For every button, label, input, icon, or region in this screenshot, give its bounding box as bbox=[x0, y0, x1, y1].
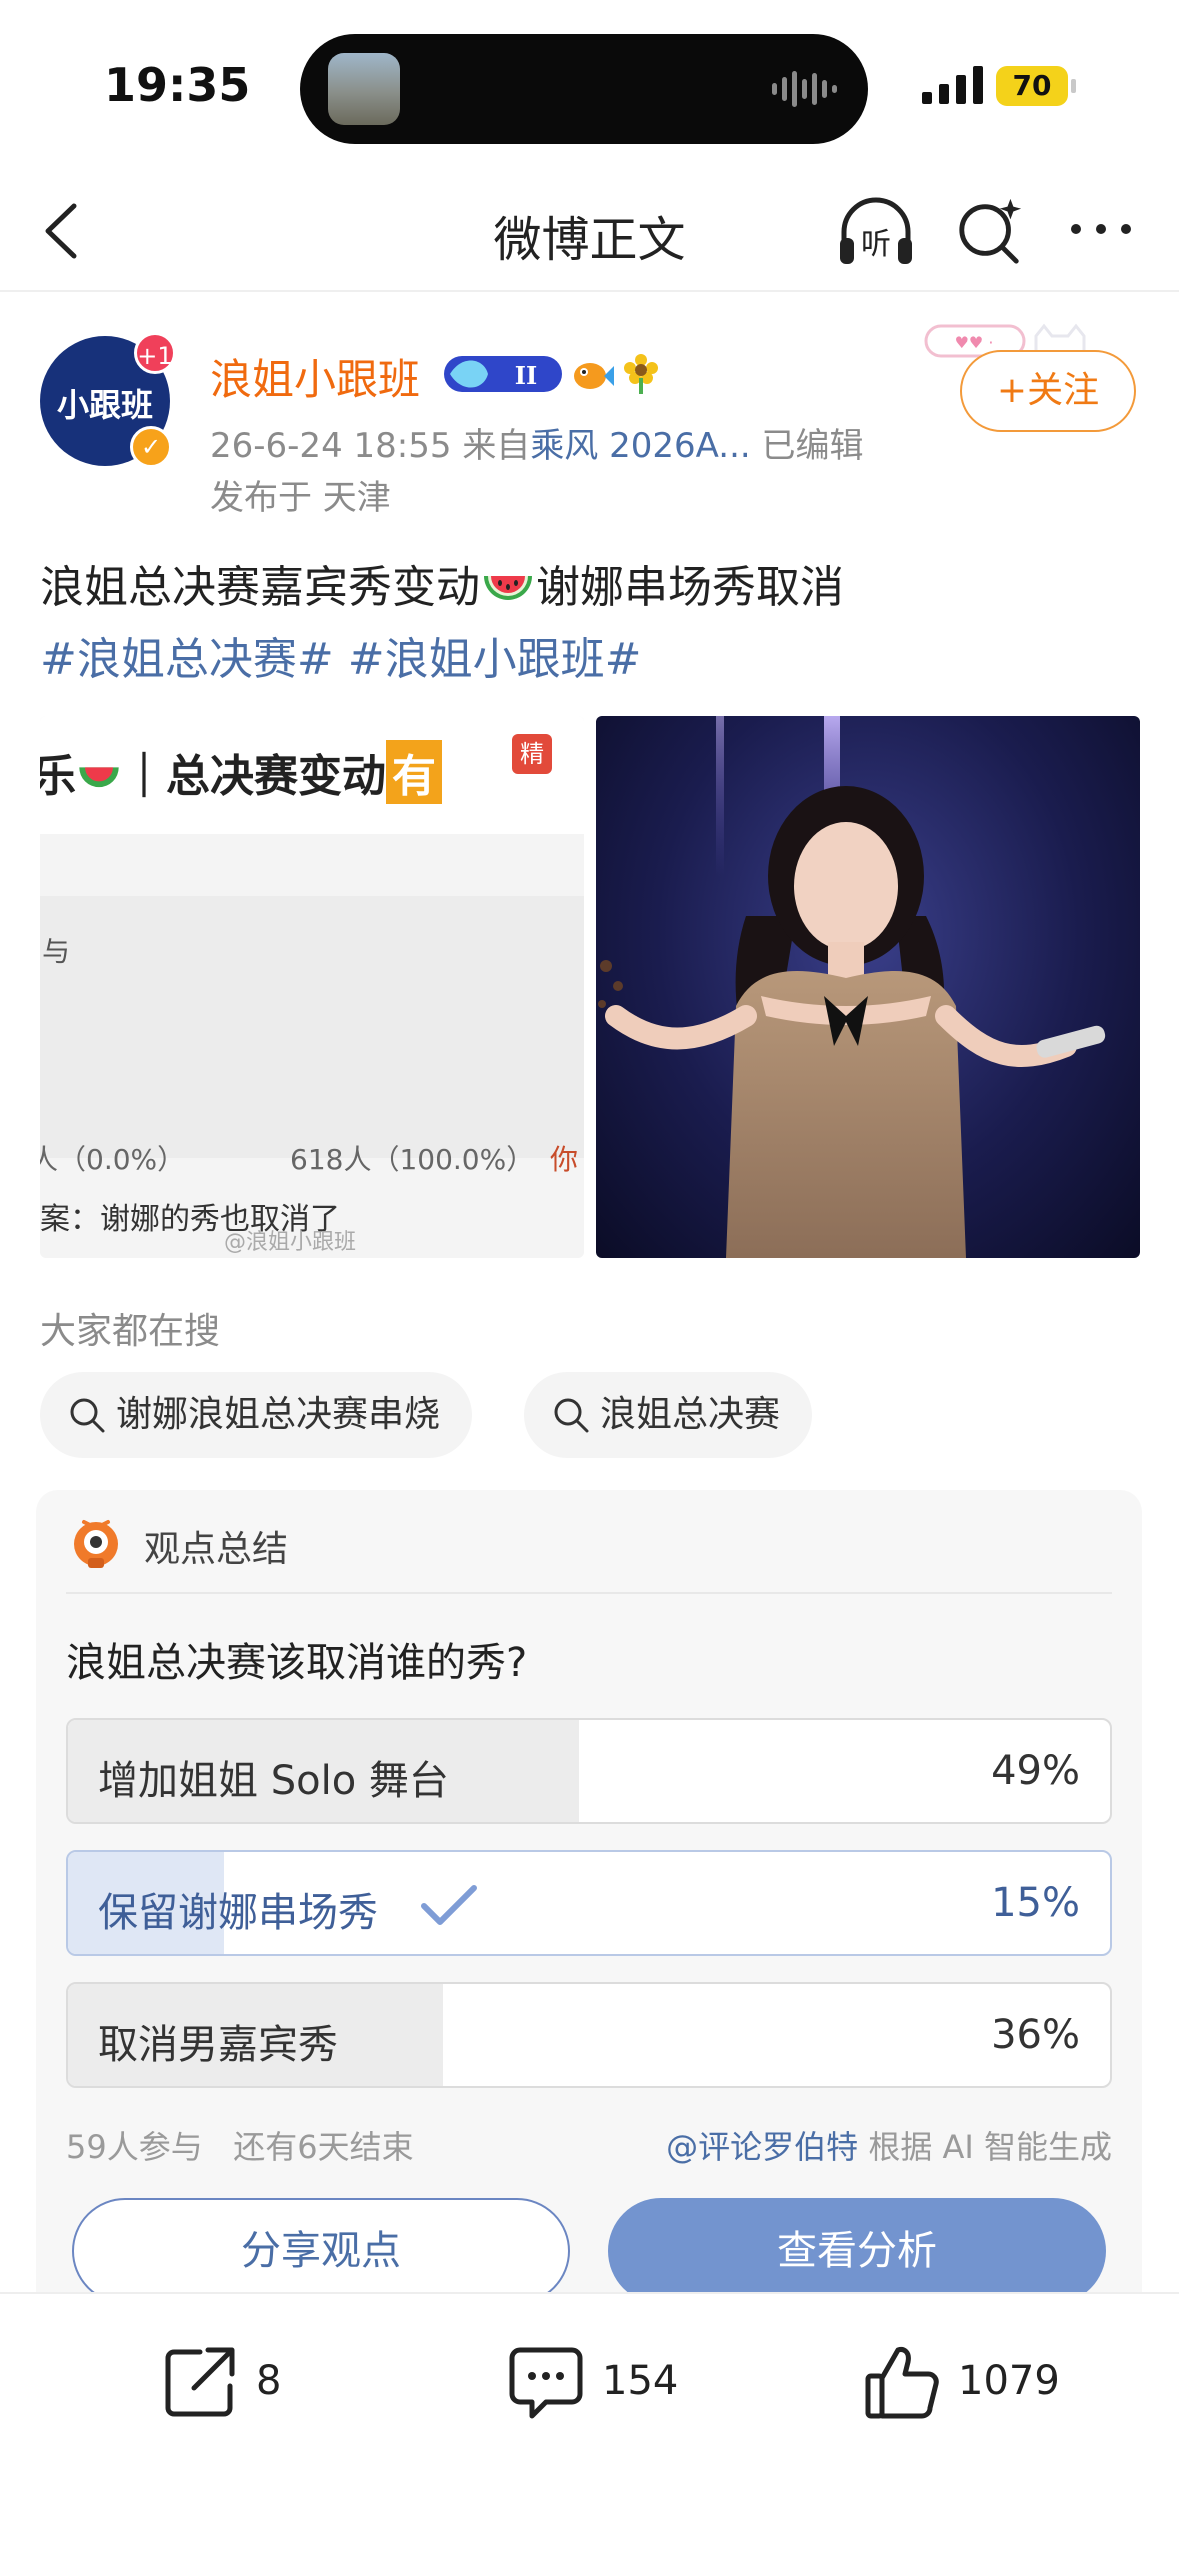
performer-illustration bbox=[598, 716, 1106, 1258]
hot-search-chip-label: 谢娜浪姐总决赛串烧 bbox=[116, 1394, 441, 1435]
avatar-notification-badge: +1 bbox=[134, 332, 176, 374]
search-icon[interactable] bbox=[954, 194, 1026, 268]
hot-search-title: 大家都在搜 bbox=[40, 1311, 221, 1352]
image-header-main: ｜总决赛变动 bbox=[122, 751, 386, 802]
post-content: 浪姐总决赛嘉宾秀变动 谢娜串场秀取消 #浪姐总决赛# #浪姐小跟班# bbox=[40, 552, 1140, 696]
bottom-action-bar: 8 154 1079 bbox=[0, 2292, 1179, 2556]
audio-wave-icon bbox=[772, 71, 837, 107]
svg-text:♥♥ ·: ♥♥ · bbox=[955, 333, 994, 352]
comment-count: 154 bbox=[602, 2358, 679, 2404]
edited-label: 已编辑 bbox=[761, 426, 864, 466]
hashtag-link[interactable]: #浪姐小跟班# bbox=[348, 634, 642, 685]
image-shaded-panel bbox=[40, 896, 584, 1158]
poll-participants: 59人参与 bbox=[66, 2128, 203, 2166]
now-playing-thumbnail bbox=[328, 53, 400, 125]
hot-search-chip[interactable]: 浪姐总决赛 bbox=[524, 1372, 813, 1458]
like-count: 1079 bbox=[958, 2358, 1060, 2404]
listen-headphones-icon[interactable]: 听 bbox=[836, 194, 916, 270]
status-bar: 19:35 70 bbox=[0, 0, 1179, 170]
robot-mascot-icon bbox=[74, 1520, 118, 1568]
share-opinion-button[interactable]: 分享观点 bbox=[72, 2198, 570, 2304]
poll-question: 浪姐总决赛该取消谁的秀? bbox=[66, 1640, 528, 1686]
poll-option-label: 取消男嘉宾秀 bbox=[98, 2022, 338, 2068]
poll-option-label: 增加姐姐 Solo 舞台 bbox=[98, 1758, 449, 1804]
search-icon bbox=[70, 1398, 105, 1433]
poll-remaining: 还有6天结束 bbox=[233, 2128, 414, 2166]
avatar-text: 小跟班 bbox=[56, 386, 153, 424]
sunflower-badge-icon bbox=[624, 354, 658, 394]
status-time: 19:35 bbox=[104, 58, 251, 112]
card-divider bbox=[66, 1592, 1112, 1594]
thumbs-up-icon bbox=[865, 2347, 939, 2419]
poll-option-percent: 49% bbox=[991, 1748, 1080, 1794]
follow-button[interactable]: +关注 bbox=[960, 350, 1136, 432]
svg-text:听: 听 bbox=[861, 227, 891, 262]
watermelon-emoji-icon bbox=[79, 767, 119, 788]
featured-badge: 精 bbox=[512, 734, 552, 774]
hashtag-link[interactable]: #浪姐总决赛# bbox=[40, 634, 334, 685]
post-location: 发布于 天津 bbox=[210, 478, 391, 518]
image-result-right: 你 bbox=[550, 1143, 579, 1176]
author-name[interactable]: 浪姐小跟班 bbox=[210, 346, 420, 407]
post-timestamp: 26-6-24 18:55 bbox=[210, 426, 452, 466]
more-options-icon[interactable] bbox=[1066, 214, 1136, 244]
post-image-vote-screenshot[interactable]: 乐 ｜总决赛变动有 精 与 人（0.0%） 618人（100.0%） 你 案：谢… bbox=[40, 716, 584, 1258]
poll-credit: @评论罗伯特 根据 AI 智能生成 bbox=[666, 2122, 1112, 2168]
fish-badge-icon bbox=[574, 363, 614, 389]
nav-bar: 微博正文 听 bbox=[0, 170, 1179, 292]
hot-search-chip[interactable]: 谢娜浪姐总决赛串烧 bbox=[40, 1372, 473, 1458]
comment-bubble-icon bbox=[509, 2347, 583, 2419]
watermelon-emoji-icon bbox=[484, 576, 532, 600]
hot-search-chip-label: 浪姐总决赛 bbox=[600, 1394, 781, 1435]
poll-status: 59人参与 还有6天结束 bbox=[66, 2122, 414, 2168]
poll-option-selected[interactable]: 保留谢娜串场秀 15% bbox=[66, 1850, 1112, 1956]
battery-level: 70 bbox=[1012, 69, 1052, 102]
image-header-badge: 有 bbox=[386, 740, 442, 804]
poll-credit-text: 根据 AI 智能生成 bbox=[868, 2128, 1112, 2166]
opinion-summary-label: 观点总结 bbox=[144, 1529, 289, 1570]
image-result-mid: 618人（100.0%） bbox=[290, 1143, 535, 1176]
image-header-text: 乐 ｜总决赛变动有 bbox=[40, 740, 442, 804]
image-result-left: 人（0.0%） bbox=[40, 1143, 186, 1176]
poll-option-percent: 15% bbox=[991, 1880, 1080, 1926]
poll-option-percent: 36% bbox=[991, 2012, 1080, 2058]
post-image-performer-photo[interactable] bbox=[596, 716, 1140, 1258]
view-analysis-button[interactable]: 查看分析 bbox=[608, 2198, 1106, 2304]
poll-option[interactable]: 取消男嘉宾秀 36% bbox=[66, 1982, 1112, 2088]
poll-credit-mention[interactable]: @评论罗伯特 bbox=[666, 2128, 858, 2166]
cellular-signal-icon bbox=[922, 66, 983, 104]
repost-count: 8 bbox=[256, 2358, 282, 2404]
post-text-before-emoji: 浪姐总决赛嘉宾秀变动 bbox=[40, 562, 480, 613]
verified-badge-icon: ✓ bbox=[130, 426, 172, 468]
image-watermark: @浪姐小跟班 bbox=[224, 1230, 357, 1255]
image-text-yu: 与 bbox=[42, 935, 71, 968]
poll-option[interactable]: 增加姐姐 Solo 舞台 49% bbox=[66, 1718, 1112, 1824]
search-icon bbox=[554, 1398, 589, 1433]
share-arrow-icon bbox=[165, 2347, 235, 2417]
post-text-after-emoji: 谢娜串场秀取消 bbox=[536, 562, 844, 613]
battery-indicator: 70 bbox=[996, 66, 1076, 106]
dynamic-island[interactable] bbox=[300, 34, 868, 144]
poll-option-label: 保留谢娜串场秀 bbox=[98, 1890, 378, 1936]
post-meta: 26-6-24 18:55 来自乘风 2026A... 已编辑 bbox=[210, 418, 864, 467]
checkmark-icon bbox=[421, 1885, 477, 1925]
image-header-left: 乐 bbox=[40, 751, 76, 802]
post-source-prefix: 来自 bbox=[462, 426, 531, 466]
author-avatar[interactable]: 小跟班 +1 ✓ bbox=[40, 332, 176, 468]
post-source[interactable]: 乘风 2026A... bbox=[530, 426, 750, 466]
member-level-badge-icon: II bbox=[444, 356, 562, 392]
svg-text:II: II bbox=[515, 361, 537, 390]
